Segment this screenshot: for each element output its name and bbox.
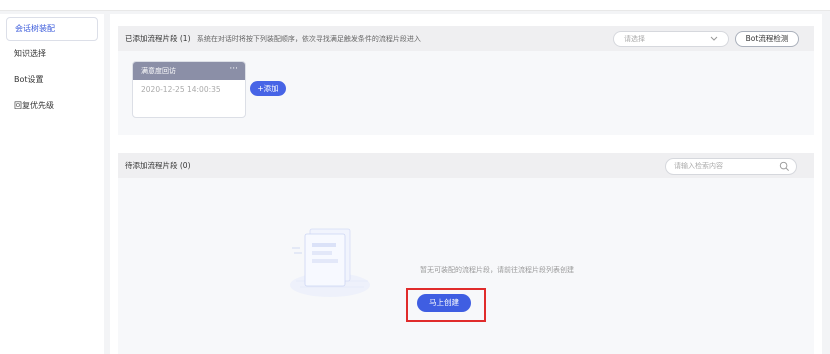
pending-panel-title: 待添加流程片段 (0) [125, 161, 191, 170]
pending-segments-panel: 待添加流程片段 (0) 请输入检索内容 暂无可装配的流程片段，请前往流程片段列表… [118, 153, 814, 354]
search-placeholder: 请输入检索内容 [674, 162, 723, 170]
segment-card[interactable]: 满意度回访 ··· 2020-12-25 14:00:35 [132, 61, 246, 118]
search-input[interactable]: 请输入检索内容 [665, 158, 797, 175]
empty-state-illustration [290, 228, 370, 297]
added-panel-header: 已添加流程片段 (1) 系统在对话时将按下列装配顺序，依次寻找满足触发条件的流程… [118, 26, 814, 51]
added-panel-title: 已添加流程片段 (1) [125, 34, 191, 43]
create-now-button[interactable]: 马上创建 [417, 294, 471, 312]
sidebar-item-bot-settings[interactable]: Bot设置 [0, 67, 104, 93]
empty-state-text: 暂无可装配的流程片段，请前往流程片段列表创建 [420, 266, 574, 274]
top-bar [0, 0, 830, 11]
segment-card-name: 满意度回访 [141, 67, 176, 75]
bot-flow-check-button[interactable]: Bot流程检测 [735, 31, 799, 47]
segment-select-placeholder: 请选择 [624, 35, 645, 43]
sidebar: 会话树装配 知识选择 Bot设置 回复优先级 [0, 14, 104, 354]
sidebar-item-knowledge[interactable]: 知识选择 [0, 41, 104, 67]
sidebar-item-session-tree[interactable]: 会话树装配 [6, 17, 98, 41]
added-panel-hint: 系统在对话时将按下列装配顺序，依次寻找满足触发条件的流程片段进入 [196, 35, 421, 43]
added-segments-panel: 已添加流程片段 (1) 系统在对话时将按下列装配顺序，依次寻找满足触发条件的流程… [118, 26, 814, 135]
chevron-down-icon [710, 32, 718, 51]
more-icon[interactable]: ··· [229, 62, 238, 78]
pending-panel-header: 待添加流程片段 (0) 请输入检索内容 [118, 153, 814, 178]
segment-select[interactable]: 请选择 [613, 31, 729, 47]
search-icon[interactable] [779, 161, 790, 172]
add-segment-button[interactable]: +添加 [250, 81, 286, 96]
right-gutter [822, 14, 830, 354]
sidebar-item-reply-priority[interactable]: 回复优先级 [0, 93, 104, 119]
main-content: 已添加流程片段 (1) 系统在对话时将按下列装配顺序，依次寻找满足触发条件的流程… [110, 14, 822, 354]
app-window: 会话树装配 知识选择 Bot设置 回复优先级 已添加流程片段 (1) 系统在对话… [0, 0, 830, 354]
segment-card-header: 满意度回访 ··· [133, 62, 245, 80]
segment-card-time: 2020-12-25 14:00:35 [141, 85, 221, 94]
